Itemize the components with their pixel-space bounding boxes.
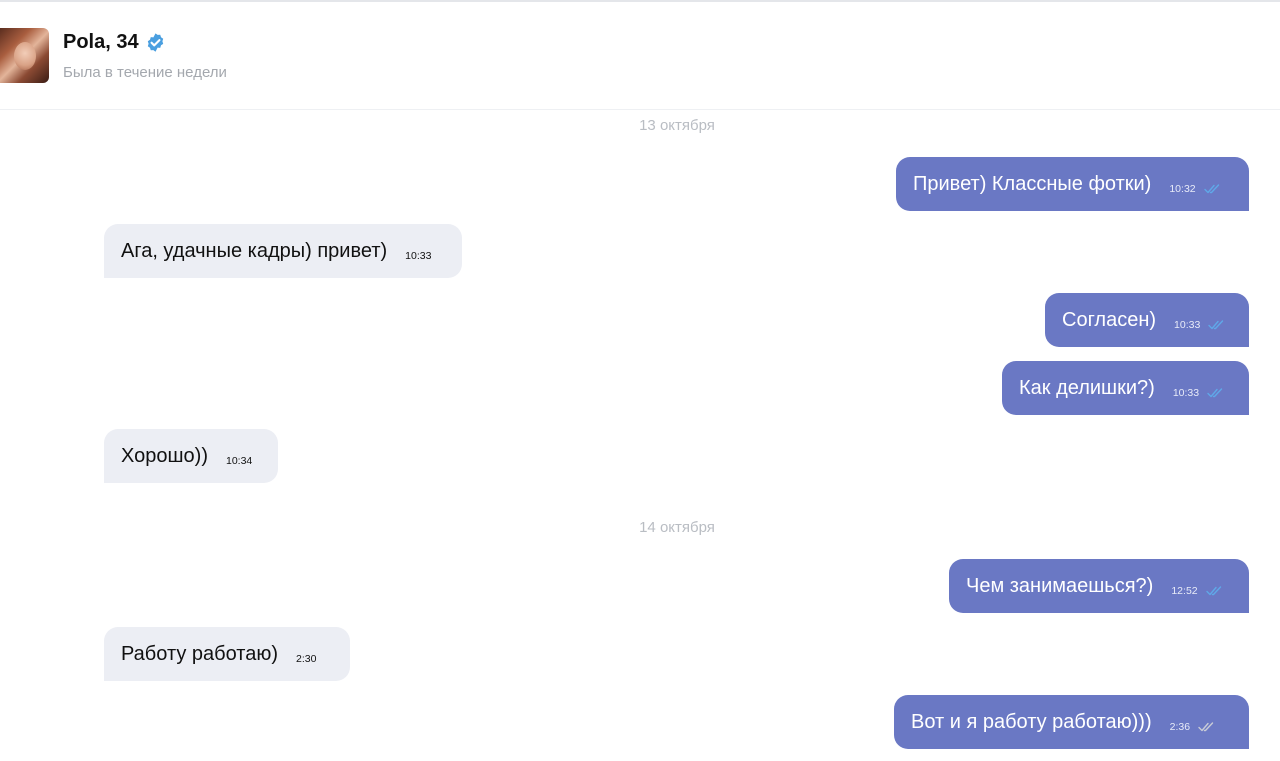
message-text: Чем занимаешься?) <box>966 574 1154 597</box>
message-time: 10:33 <box>1174 319 1201 331</box>
read-ticks-icon <box>1203 182 1222 194</box>
message-outgoing[interactable]: Вот и я работу работаю))) 2:36 <box>894 695 1249 749</box>
date-separator: 13 октября <box>639 117 715 134</box>
contact-name[interactable]: Pola, 34 <box>63 31 139 54</box>
message-incoming[interactable]: Ага, удачные кадры) привет) 10:33 <box>104 224 462 278</box>
chat-header: Pola, 34 Была в течение недели <box>0 2 1280 110</box>
message-text: Вот и я работу работаю))) <box>911 710 1152 733</box>
read-ticks-icon <box>1208 318 1226 330</box>
message-time: 10:32 <box>1169 183 1196 195</box>
message-incoming[interactable]: Работу работаю) 2:30 <box>104 627 350 681</box>
read-ticks-icon <box>1207 386 1225 398</box>
message-time: 10:33 <box>1172 387 1200 399</box>
contact-name-row[interactable]: Pola, 34 <box>63 31 166 54</box>
message-text: Хорошо)) <box>121 444 208 467</box>
message-time: 2:30 <box>295 653 317 665</box>
last-seen-status: Была в течение недели <box>63 64 227 81</box>
message-time: 2:36 <box>1169 721 1191 733</box>
message-time: 10:34 <box>225 455 253 467</box>
message-outgoing[interactable]: Чем занимаешься?) 12:52 <box>949 559 1249 613</box>
avatar-face <box>14 42 36 70</box>
message-text: Согласен) <box>1062 308 1157 331</box>
message-text: Ага, удачные кадры) привет) <box>121 239 388 262</box>
date-separator: 14 октября <box>639 519 715 536</box>
message-text: Работу работаю) <box>121 642 278 665</box>
message-outgoing[interactable]: Привет) Классные фотки) 10:32 <box>896 157 1249 211</box>
message-text: Как делишки?) <box>1019 376 1155 399</box>
message-outgoing[interactable]: Как делишки?) 10:33 <box>1002 361 1249 415</box>
message-time: 12:52 <box>1171 585 1198 597</box>
read-ticks-icon <box>1205 584 1224 596</box>
verified-badge-icon <box>145 32 166 53</box>
avatar[interactable] <box>0 28 49 83</box>
message-incoming[interactable]: Хорошо)) 10:34 <box>104 429 278 483</box>
sent-ticks-icon <box>1198 720 1216 732</box>
message-outgoing[interactable]: Согласен) 10:33 <box>1045 293 1249 347</box>
message-list[interactable]: 13 октября Привет) Классные фотки) 10:32… <box>0 111 1280 761</box>
message-text: Привет) Классные фотки) <box>913 172 1152 195</box>
message-time: 10:33 <box>405 250 432 262</box>
